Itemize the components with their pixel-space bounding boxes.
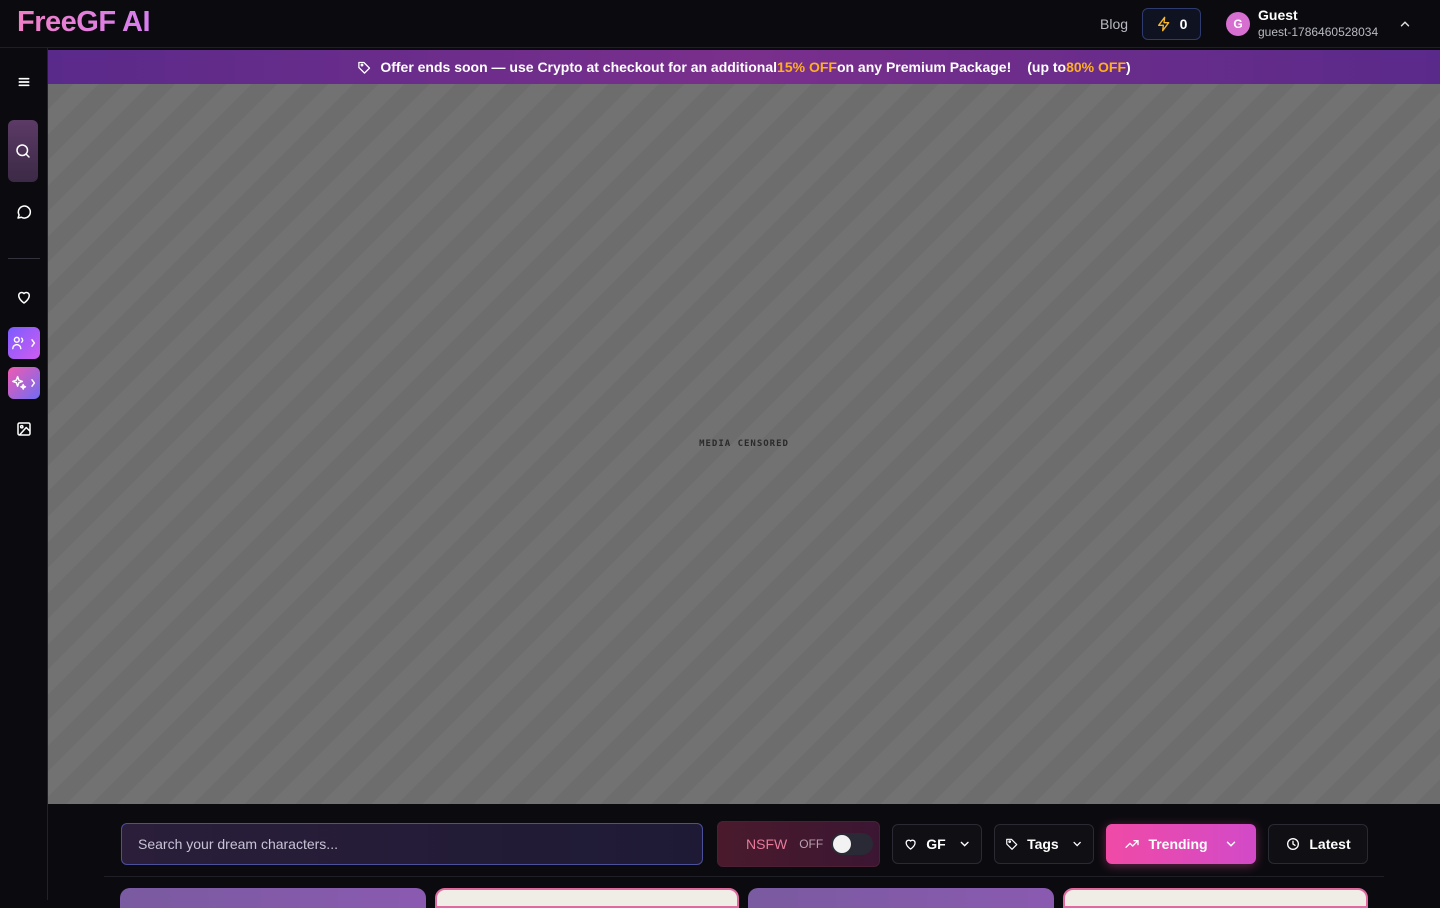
character-card[interactable] (120, 888, 426, 908)
latest-label: Latest (1309, 836, 1351, 852)
chevron-down-icon (1226, 841, 1235, 847)
character-card[interactable] (748, 888, 1054, 908)
promo-text-d: ) (1126, 59, 1131, 75)
hero-media[interactable]: MEDIA CENSORED (48, 84, 1440, 804)
tags-filter-label: Tags (1027, 836, 1059, 852)
lightning-icon (1157, 16, 1169, 32)
chevron-up-icon[interactable] (1398, 17, 1412, 31)
credits-button[interactable]: 0 (1142, 8, 1201, 40)
credits-value: 0 (1179, 16, 1188, 32)
promo-text-a: Offer ends soon — use Crypto at checkout… (380, 59, 778, 75)
avatar[interactable]: G (1226, 12, 1250, 36)
character-card[interactable] (435, 888, 739, 908)
sidebar-item-characters[interactable] (8, 327, 40, 359)
sparkle-icon (12, 375, 36, 390)
nsfw-toggle-group[interactable]: NSFW OFF (717, 821, 880, 867)
divider (104, 876, 1384, 877)
promo-highlight-b: 80% OFF (1066, 59, 1127, 75)
trending-sort-button[interactable]: Trending (1106, 824, 1256, 864)
chevron-down-icon (1073, 841, 1081, 847)
tag-icon (357, 60, 372, 75)
chat-icon (17, 205, 32, 219)
blog-link[interactable]: Blog (1100, 16, 1128, 32)
nsfw-state: OFF (799, 837, 824, 851)
heart-icon (905, 839, 916, 850)
filter-bar: NSFW OFF GF Tags Trending Latest (48, 804, 1440, 900)
character-card[interactable] (1063, 888, 1368, 908)
heart-icon (18, 291, 30, 304)
sidebar-item-search[interactable] (8, 120, 38, 182)
top-header: FreeGF AI Blog 0 G Guest guest-178646052… (0, 0, 1440, 48)
sidebar-item-gallery[interactable] (8, 413, 40, 445)
sidebar-item-generate[interactable] (8, 367, 40, 399)
gf-filter-dropdown[interactable]: GF (892, 824, 982, 864)
promo-text-b: on any Premium Package! (836, 59, 1012, 75)
logo[interactable]: FreeGF AI (17, 6, 151, 39)
trending-up-icon (1125, 840, 1140, 848)
sidebar-item-chat[interactable] (8, 196, 40, 228)
trending-label: Trending (1148, 836, 1208, 852)
toggle-knob (833, 835, 852, 853)
tags-filter-dropdown[interactable]: Tags (994, 824, 1094, 864)
media-censored-label: MEDIA CENSORED (699, 439, 789, 449)
latest-sort-button[interactable]: Latest (1268, 824, 1368, 864)
promo-text-c: (up to (1027, 59, 1067, 75)
nsfw-label: NSFW (746, 836, 788, 852)
tag-icon (1006, 838, 1018, 850)
promo-banner[interactable]: Offer ends soon — use Crypto at checkout… (48, 50, 1440, 84)
sidebar-item-favorites[interactable] (8, 281, 40, 313)
sidebar (0, 48, 48, 900)
menu-icon[interactable] (8, 66, 40, 98)
clock-icon (1287, 838, 1300, 850)
user-id: guest-1786460528034 (1258, 25, 1379, 39)
search-field[interactable] (121, 823, 703, 865)
sidebar-divider (8, 258, 40, 259)
chevron-down-icon (960, 841, 969, 847)
user-name[interactable]: Guest (1258, 7, 1298, 23)
gf-filter-label: GF (926, 836, 946, 852)
search-input[interactable] (138, 836, 686, 852)
search-icon (16, 144, 30, 158)
promo-highlight-a: 15% OFF (777, 59, 837, 75)
users-icon (12, 336, 36, 350)
image-icon (17, 422, 31, 436)
nsfw-toggle[interactable] (831, 833, 874, 855)
